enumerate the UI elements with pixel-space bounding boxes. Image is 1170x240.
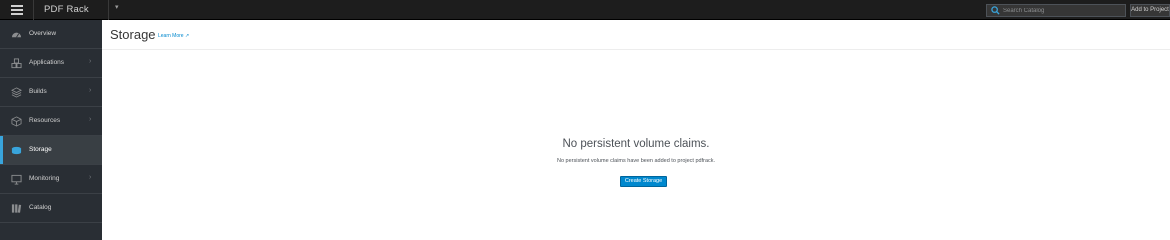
project-dropdown-icon[interactable]: ▾ [115,3,119,11]
sidebar-item-monitoring[interactable]: Monitoring › [0,165,102,194]
chevron-right-icon: › [89,116,92,123]
search-icon [991,6,1000,15]
chevron-right-icon: › [89,58,92,65]
dashboard-icon [11,32,22,38]
learn-more-link[interactable]: Learn More ↗ [158,33,189,39]
sidebar-item-label: Resources [29,117,61,124]
sidebar-item-catalog[interactable]: Catalog [0,194,102,223]
sidebar-item-label: Applications [29,59,65,66]
cube-icon [11,116,22,127]
chevron-right-icon: › [89,87,92,94]
sidebar-item-overview[interactable]: Overview [0,20,102,49]
learn-more-label: Learn More [158,33,184,39]
empty-state-title: No persistent volume claims. [562,138,710,150]
menu-toggle-icon[interactable] [0,0,34,20]
sidebar: Overview Applications › Builds › Resourc… [0,20,102,240]
layers-icon [11,87,22,98]
chevron-right-icon: › [89,174,92,181]
database-icon [11,146,22,155]
sidebar-item-resources[interactable]: Resources › [0,107,102,136]
page-header: Storage Learn More ↗ [102,20,1170,50]
monitor-icon [11,174,22,185]
cubes-icon [11,58,22,69]
sidebar-item-storage[interactable]: Storage [0,136,102,165]
top-navbar: PDF Rack ▾ Add to Project [0,0,1170,20]
project-name[interactable]: PDF Rack [44,4,89,15]
empty-state-description: No persistent volume claims have been ad… [556,158,716,164]
sidebar-item-label: Overview [29,30,57,37]
sidebar-item-label: Builds [29,88,47,95]
divider [108,0,109,20]
create-storage-button[interactable]: Create Storage [620,176,667,187]
page-title: Storage [110,27,156,42]
sidebar-item-applications[interactable]: Applications › [0,49,102,78]
sidebar-item-label: Catalog [29,204,52,211]
sidebar-item-label: Storage [29,146,52,153]
sidebar-item-label: Monitoring [29,175,60,182]
search-input[interactable] [1003,5,1123,16]
main-content: Storage Learn More ↗ No persistent volum… [102,20,1170,240]
sidebar-item-builds[interactable]: Builds › [0,78,102,107]
external-link-icon: ↗ [184,33,190,39]
books-icon [11,204,22,213]
add-to-project-button[interactable]: Add to Project [1130,4,1170,17]
search-catalog[interactable] [986,4,1126,17]
